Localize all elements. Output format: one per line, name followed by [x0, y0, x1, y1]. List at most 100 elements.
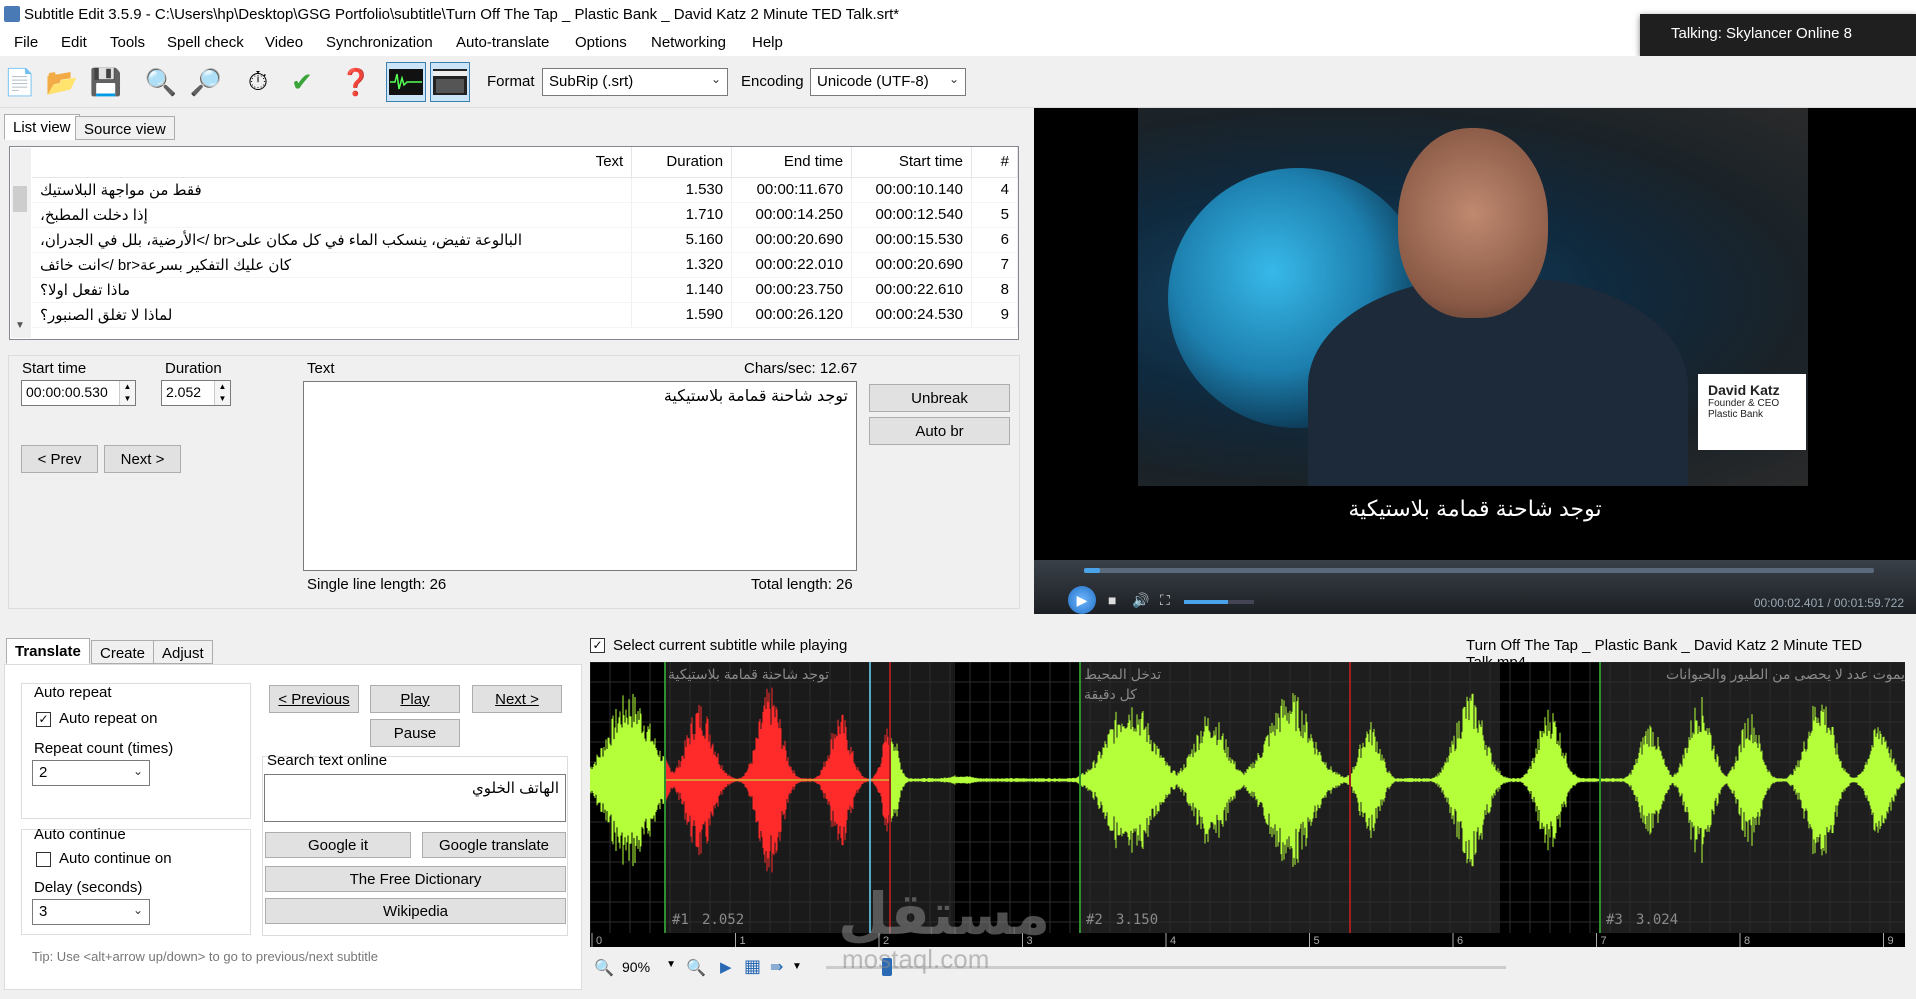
speaker-caption: David Katz Founder & CEO Plastic Bank [1698, 374, 1806, 450]
zoom-out-icon[interactable]: 🔍 [594, 958, 614, 978]
col-end-time[interactable]: End time [731, 147, 853, 178]
volume-icon[interactable]: 🔊 [1132, 592, 1149, 609]
table-row[interactable]: لماذا لا تغلق الصنبور؟ 1.590 00:00:26.12… [32, 302, 1018, 328]
google-it-button[interactable]: Google it [265, 832, 411, 858]
menu-edit[interactable]: Edit [61, 34, 87, 51]
scroll-down-icon[interactable]: ▼ [15, 320, 25, 331]
fullscreen-icon[interactable]: ⛶ [1160, 592, 1170, 609]
open-folder-icon[interactable]: 📂 [42, 62, 82, 102]
toggle-video-icon[interactable] [430, 62, 470, 102]
row-duration: 1.530 [631, 177, 733, 203]
row-duration: 1.140 [631, 277, 733, 303]
col-start-time[interactable]: Start time [851, 147, 973, 178]
list-scrollbar[interactable]: ▼ [11, 148, 31, 338]
menu-tools[interactable]: Tools [110, 34, 145, 51]
menu-auto-translate[interactable]: Auto-translate [456, 34, 549, 51]
visual-sync-icon[interactable]: ⏱ [238, 62, 278, 102]
duration-input[interactable]: 2.052 ▲ ▼ [161, 380, 231, 406]
col-duration[interactable]: Duration [631, 147, 733, 178]
help-icon[interactable]: ❓ [336, 62, 376, 102]
wikipedia-button[interactable]: Wikipedia [265, 898, 566, 924]
prev-button[interactable]: < Prev [21, 445, 98, 473]
tab-create[interactable]: Create [91, 640, 155, 664]
row-end: 00:00:22.010 [731, 252, 853, 278]
auto-br-button[interactable]: Auto br [869, 417, 1010, 445]
zoom-in-icon[interactable]: 🔍 [686, 958, 706, 978]
table-row[interactable]: البالوعة تفيض، ينسكب الماء في كل مكان عل… [32, 227, 1018, 253]
menu-synchronization[interactable]: Synchronization [326, 34, 433, 51]
speaker-role: Founder & CEO [1708, 398, 1780, 409]
find-icon[interactable]: 🔍 [141, 62, 181, 102]
menu-help[interactable]: Help [752, 34, 783, 51]
duration-value: 2.052 [166, 384, 202, 400]
spell-check-icon[interactable]: ✔ [282, 62, 322, 102]
menu-video[interactable]: Video [265, 34, 303, 51]
menu-networking[interactable]: Networking [651, 34, 726, 51]
scrollbar-thumb[interactable] [13, 186, 27, 212]
tab-source-view[interactable]: Source view [75, 116, 175, 140]
auto-repeat-title: Auto repeat [34, 684, 112, 701]
row-text: فقط من مواجهة البلاستيك [32, 177, 633, 203]
play-button[interactable]: Play [370, 685, 460, 713]
notification-toast[interactable]: Talking: Skylancer Online 8 [1640, 14, 1916, 56]
encoding-label: Encoding [741, 73, 804, 90]
chevron-down-icon[interactable]: ▼ [792, 961, 802, 972]
col-text[interactable]: Text [32, 147, 633, 178]
next-button[interactable]: Next > [104, 445, 181, 473]
table-header-row: Text Duration End time Start time # [32, 147, 1018, 178]
save-icon[interactable]: 💾 [86, 62, 126, 102]
search-text-input[interactable]: الهاتف الخلوي [264, 774, 566, 822]
auto-next-icon[interactable]: ⇛ [770, 957, 783, 977]
play-selection-icon[interactable]: ▶ [720, 958, 732, 976]
video-player[interactable]: David Katz Founder & CEO Plastic Bank تو… [1034, 108, 1916, 614]
table-row[interactable]: إذا دخلت المطبخ، 1.710 00:00:14.250 00:0… [32, 202, 1018, 228]
play-icon[interactable]: ▶ [1068, 586, 1096, 614]
auto-continue-checkbox[interactable] [36, 852, 51, 867]
toggle-spectrogram-icon[interactable]: ▦ [744, 956, 761, 977]
stop-icon[interactable]: ■ [1108, 592, 1116, 608]
window-title: Subtitle Edit 3.5.9 - C:\Users\hp\Deskto… [24, 6, 900, 23]
tab-list-view[interactable]: List view [4, 114, 80, 140]
auto-repeat-checkbox[interactable]: ✓ [36, 712, 51, 727]
google-translate-button[interactable]: Google translate [422, 832, 566, 858]
previous-button[interactable]: < Previous [269, 685, 359, 713]
next-subtitle-button[interactable]: Next > [472, 685, 562, 713]
free-dictionary-button[interactable]: The Free Dictionary [265, 866, 566, 892]
zoom-select[interactable]: 90% ▼ [618, 956, 678, 980]
table-row[interactable]: فقط من مواجهة البلاستيك 1.530 00:00:11.6… [32, 177, 1018, 203]
delay-select[interactable]: 3 ⌄ [32, 899, 150, 925]
repeat-count-label: Repeat count (times) [34, 740, 174, 757]
subtitle-list[interactable]: ▼ Text Duration End time Start time # فق… [9, 146, 1019, 340]
ruler-tick-label: 1 [740, 935, 746, 947]
unbreak-button[interactable]: Unbreak [869, 384, 1010, 412]
repeat-count-select[interactable]: 2 ⌄ [32, 760, 150, 786]
select-current-checkbox[interactable]: ✓ [590, 638, 605, 653]
audio-waveform[interactable]: 0123456789 توجد شاحنة قمامة بلاستيكية تد… [590, 662, 1905, 947]
format-value: SubRip (.srt) [549, 73, 634, 90]
start-time-input[interactable]: 00:00:00.530 ▲ ▼ [21, 380, 136, 406]
encoding-select[interactable]: Unicode (UTF-8) ⌄ [810, 68, 966, 96]
speaker-org: Plastic Bank [1708, 409, 1764, 420]
spin-buttons[interactable]: ▲ ▼ [119, 381, 135, 405]
format-select[interactable]: SubRip (.srt) ⌄ [542, 68, 728, 96]
waveform-toolbar: 🔍 90% ▼ 🔍 ▶ ▦ ⇛ ▼ [590, 952, 1916, 984]
seek-bar[interactable] [1084, 568, 1874, 573]
pause-button[interactable]: Pause [370, 719, 460, 747]
replace-icon[interactable]: 🔎 [186, 62, 226, 102]
tab-adjust[interactable]: Adjust [153, 640, 213, 664]
auto-repeat-on-label: Auto repeat on [59, 710, 158, 727]
table-row[interactable]: ماذا تفعل اولا؟ 1.140 00:00:23.750 00:00… [32, 277, 1018, 303]
subtitle-text-editor[interactable]: توجد شاحنة قمامة بلاستيكية [303, 381, 857, 571]
toggle-waveform-icon[interactable] [386, 62, 426, 102]
chevron-down-icon: ⌄ [132, 903, 143, 917]
tab-translate[interactable]: Translate [6, 638, 90, 664]
row-end: 00:00:26.120 [731, 302, 853, 328]
spin-buttons[interactable]: ▲ ▼ [214, 381, 230, 405]
table-row[interactable]: كان عليك التفكير بسرعة<br />انت خائف 1.3… [32, 252, 1018, 278]
col-number[interactable]: # [971, 147, 1018, 178]
menu-options[interactable]: Options [575, 34, 627, 51]
title-bar: Subtitle Edit 3.5.9 - C:\Users\hp\Deskto… [0, 0, 1916, 30]
new-file-icon[interactable]: 📄 [0, 62, 40, 102]
menu-spell-check[interactable]: Spell check [167, 34, 244, 51]
menu-file[interactable]: File [14, 34, 38, 51]
